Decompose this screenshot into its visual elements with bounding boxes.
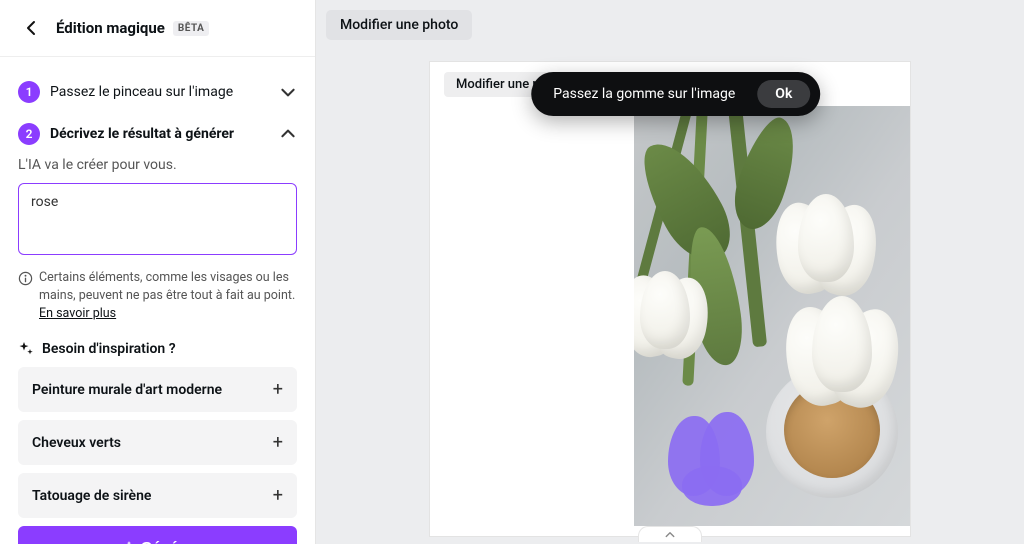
suggestion-label: Tatouage de sirène xyxy=(32,488,151,504)
info-icon xyxy=(18,271,33,286)
inspiration-label: Besoin d'inspiration ? xyxy=(42,341,176,357)
step-number-badge: 2 xyxy=(18,123,40,145)
prompt-input[interactable] xyxy=(18,183,297,255)
learn-more-link[interactable]: En savoir plus xyxy=(39,306,116,321)
page-expand-handle[interactable] xyxy=(638,526,702,542)
suggestion-item[interactable]: Cheveux verts + xyxy=(18,420,297,465)
sidebar: Édition magique BÊTA 1 Passez le pinceau… xyxy=(0,0,316,544)
main-area: Modifier une photo Modifier une photo xyxy=(316,0,1024,544)
sparkle-icon xyxy=(18,341,34,357)
panel-title: Édition magique xyxy=(56,19,165,37)
plus-icon: + xyxy=(273,485,283,506)
magic-wand-icon xyxy=(117,540,133,544)
plus-icon: + xyxy=(273,432,283,453)
back-button[interactable] xyxy=(16,12,48,44)
photo-image[interactable] xyxy=(634,106,910,526)
disclaimer: Certains éléments, comme les visages ou … xyxy=(18,269,297,323)
tulip-flower xyxy=(634,271,714,367)
inspiration-header: Besoin d'inspiration ? xyxy=(18,341,297,357)
disclaimer-text: Certains éléments, comme les visages ou … xyxy=(39,270,295,303)
suggestion-item[interactable]: Tatouage de sirène + xyxy=(18,473,297,518)
suggestion-label: Cheveux verts xyxy=(32,435,121,451)
toolbar: Modifier une photo xyxy=(316,0,1024,48)
chevron-down-icon xyxy=(279,83,297,101)
brush-mask xyxy=(668,410,758,508)
toast-ok-button[interactable]: Ok xyxy=(757,80,810,108)
step-label: Décrivez le résultat à générer xyxy=(50,126,269,142)
step-number-badge: 1 xyxy=(18,81,40,103)
step-subtitle: L'IA va le créer pour vous. xyxy=(18,157,297,173)
suggestion-label: Peinture murale d'art moderne xyxy=(32,382,222,398)
chevron-up-icon xyxy=(279,125,297,143)
toast: Passez la gomme sur l'image Ok xyxy=(531,72,820,116)
canvas-area: Modifier une photo xyxy=(316,48,1024,544)
beta-badge: BÊTA xyxy=(173,21,210,36)
sidebar-body: 1 Passez le pinceau sur l'image 2 Décriv… xyxy=(0,57,315,544)
plus-icon: + xyxy=(273,379,283,400)
step-describe[interactable]: 2 Décrivez le résultat à générer xyxy=(18,113,297,155)
step-brush[interactable]: 1 Passez le pinceau sur l'image xyxy=(18,71,297,113)
step-label: Passez le pinceau sur l'image xyxy=(50,84,269,100)
chevron-left-icon xyxy=(24,20,40,36)
document-frame[interactable]: Modifier une photo xyxy=(430,62,910,536)
generate-label: Générer xyxy=(141,539,199,544)
edit-photo-chip[interactable]: Modifier une photo xyxy=(326,10,472,40)
sidebar-header: Édition magique BÊTA xyxy=(0,0,315,57)
toast-text: Passez la gomme sur l'image xyxy=(553,86,735,102)
tulip-flower xyxy=(772,194,882,304)
chevron-up-icon xyxy=(664,529,676,541)
suggestion-item[interactable]: Peinture murale d'art moderne + xyxy=(18,367,297,412)
generate-button[interactable]: Générer xyxy=(18,526,297,544)
tulip-flower xyxy=(782,296,902,416)
